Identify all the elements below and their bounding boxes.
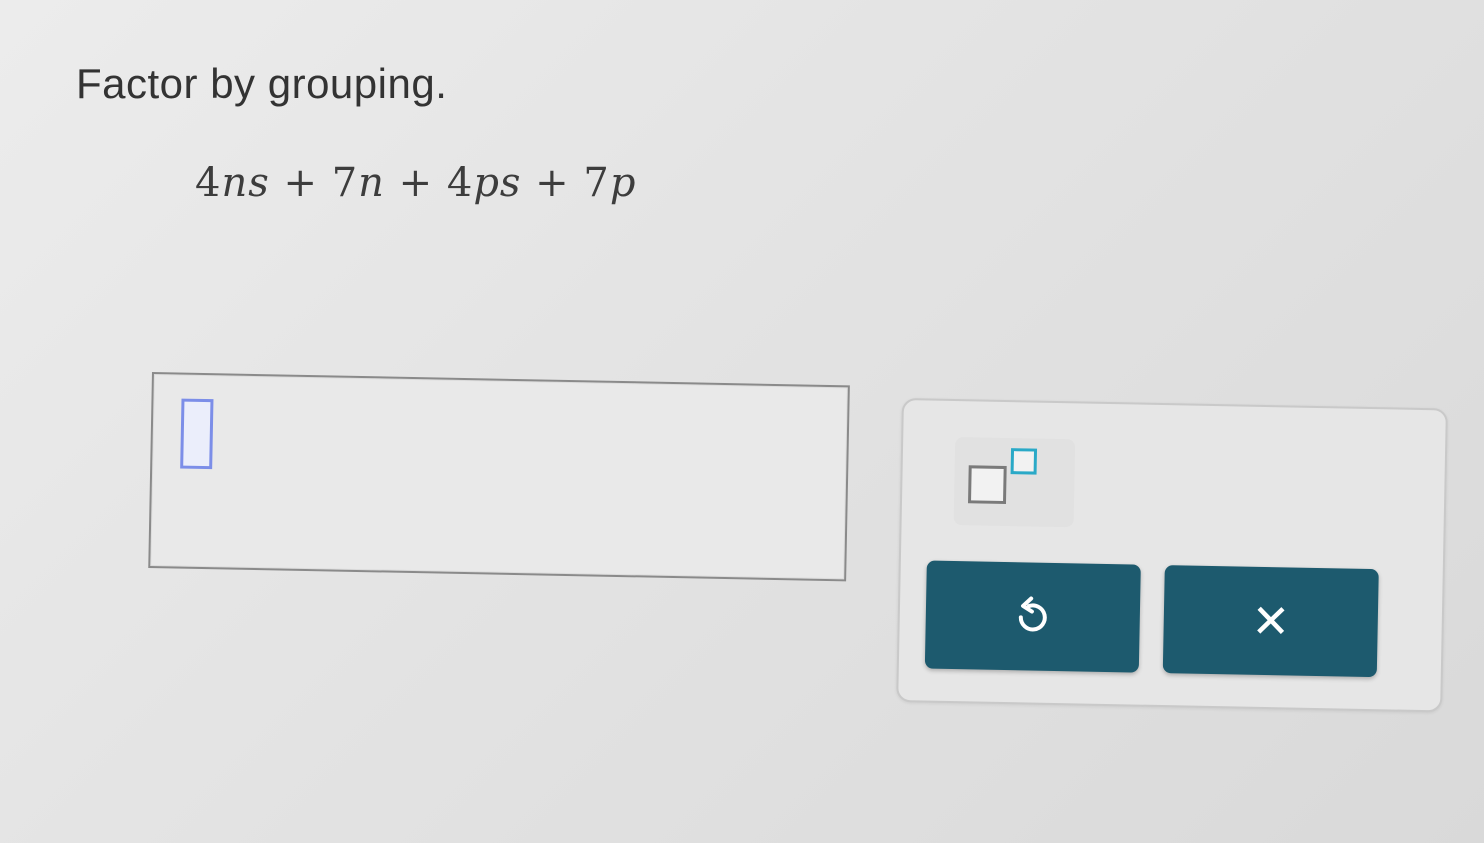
expression: 4ns + 7n + 4ps + 7p (195, 160, 636, 206)
undo-icon (1010, 593, 1055, 641)
expression-term: 4 (195, 160, 222, 206)
expression-term: n (358, 160, 385, 206)
answer-box[interactable] (148, 372, 850, 582)
close-icon: ✕ (1251, 594, 1291, 648)
undo-button[interactable] (924, 560, 1141, 673)
expression-term: + 7 (521, 160, 610, 206)
expression-term: p (609, 160, 637, 206)
expression-term: ps (473, 160, 522, 206)
clear-button[interactable]: ✕ (1162, 565, 1379, 678)
expression-term: + 7 (269, 160, 359, 206)
question-prompt: Factor by grouping. (76, 60, 448, 107)
expression-term: + 4 (384, 160, 474, 206)
expression-term: ns (221, 160, 270, 206)
exponent-base-box (967, 465, 1007, 505)
math-toolbar: ✕ (896, 398, 1448, 713)
exponent-superscript-box (1010, 448, 1038, 475)
exponent-button[interactable] (953, 437, 1076, 528)
input-slot[interactable] (180, 398, 214, 470)
